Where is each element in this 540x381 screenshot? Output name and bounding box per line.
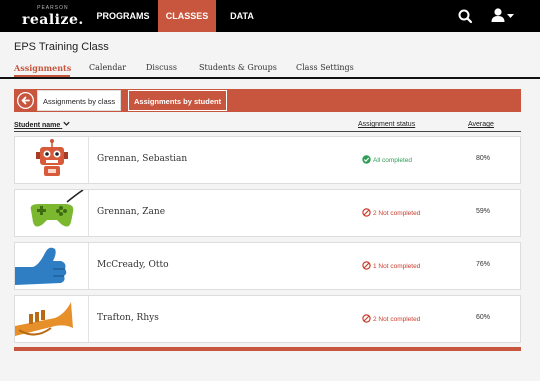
pearson-wordmark: PEARSON xyxy=(37,5,69,11)
assignments-by-class-button[interactable]: Assignments by class xyxy=(37,90,122,111)
tab-discuss[interactable]: Discuss xyxy=(146,63,177,72)
table-row[interactable]: Grennan, Sebastian All completed 80% xyxy=(14,136,521,184)
tab-students-groups[interactable]: Students & Groups xyxy=(199,63,277,72)
table-row[interactable]: McCready, Otto 1 Not completed 76% xyxy=(14,242,521,290)
average-score: 80% xyxy=(476,155,491,162)
user-menu-icon[interactable] xyxy=(486,0,520,32)
not-completed-icon xyxy=(362,208,371,217)
thumbs-up-icon xyxy=(15,243,89,289)
average-score: 76% xyxy=(476,261,491,268)
back-button[interactable] xyxy=(17,92,34,109)
table-row[interactable]: Grennan, Zane 2 Not completed 59% xyxy=(14,189,521,237)
column-header-student-name[interactable]: Student name xyxy=(14,121,70,129)
assignment-status: 1 Not completed xyxy=(362,261,420,270)
top-nav: PEARSON realize. PROGRAMS CLASSES DATA xyxy=(0,0,540,32)
column-header-assignment-status[interactable]: Assignment status xyxy=(358,121,415,128)
student-name[interactable]: Trafton, Rhys xyxy=(97,313,159,323)
status-text: 2 Not completed xyxy=(373,316,421,323)
nav-programs[interactable]: PROGRAMS xyxy=(88,0,158,32)
class-title: EPS Training Class xyxy=(14,41,109,53)
arrow-left-icon xyxy=(18,93,33,108)
assignment-status: All completed xyxy=(362,155,412,164)
nav-data[interactable]: DATA xyxy=(216,0,268,32)
status-text: 2 Not completed xyxy=(373,210,421,217)
status-text: 1 Not completed xyxy=(373,263,421,270)
student-name[interactable]: Grennan, Zane xyxy=(97,207,165,217)
student-name[interactable]: Grennan, Sebastian xyxy=(97,154,187,164)
average-score: 60% xyxy=(476,314,491,321)
nav-classes[interactable]: CLASSES xyxy=(158,0,216,32)
table-footer-bar xyxy=(14,347,521,351)
tab-calendar[interactable]: Calendar xyxy=(89,63,126,72)
assignments-by-student-button[interactable]: Assignments by student xyxy=(128,90,228,111)
not-completed-icon xyxy=(362,314,371,323)
tab-class-settings[interactable]: Class Settings xyxy=(296,63,354,72)
realize-logo[interactable]: PEARSON realize. xyxy=(22,5,84,29)
tab-assignments[interactable]: Assignments xyxy=(14,63,71,73)
column-header-average[interactable]: Average xyxy=(468,121,494,128)
column-header-label: Student name xyxy=(14,122,61,129)
status-text: All completed xyxy=(373,157,413,164)
assignment-status: 2 Not completed xyxy=(362,314,420,323)
student-name[interactable]: McCready, Otto xyxy=(97,260,169,270)
realize-wordmark: realize. xyxy=(22,12,84,28)
table-row[interactable]: Trafton, Rhys 2 Not completed 60% xyxy=(14,295,521,343)
check-circle-icon xyxy=(362,155,371,164)
game-controller-icon xyxy=(15,190,89,236)
chevron-down-icon xyxy=(63,121,70,126)
robot-icon xyxy=(15,137,89,183)
average-score: 59% xyxy=(476,208,491,215)
table-header-divider xyxy=(14,131,521,132)
not-completed-icon xyxy=(362,261,371,270)
search-icon[interactable] xyxy=(452,0,478,32)
trumpet-icon xyxy=(15,296,89,342)
header-divider xyxy=(0,77,540,79)
assignment-status: 2 Not completed xyxy=(362,208,420,217)
